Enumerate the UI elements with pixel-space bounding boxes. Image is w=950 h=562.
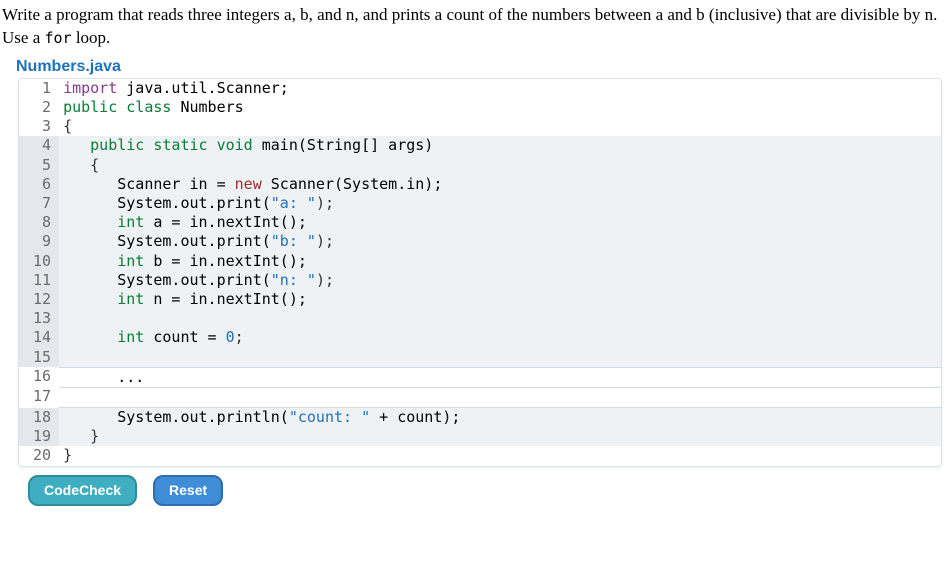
line-number: 20: [19, 446, 59, 465]
code-line: 18 System.out.println("count: " + count)…: [19, 408, 941, 428]
code-cell: public static void main(String[] args): [59, 136, 941, 155]
line-number: 19: [19, 427, 59, 446]
code-cell: public class Numbers: [59, 98, 941, 117]
button-row: CodeCheck Reset: [28, 475, 950, 506]
code-line: 9 System.out.print("b: ");: [19, 232, 941, 251]
line-number: 7: [19, 194, 59, 213]
code-line-editable[interactable]: 17: [19, 387, 941, 407]
code-line: 5 {: [19, 156, 941, 175]
line-number: 1: [19, 79, 59, 98]
problem-code-token: for: [44, 29, 71, 47]
code-cell: [59, 309, 941, 328]
code-line: 19 }: [19, 427, 941, 446]
code-cell: }: [59, 427, 941, 446]
problem-statement: Write a program that reads three integer…: [0, 0, 950, 52]
code-cell: int a = in.nextInt();: [59, 213, 941, 232]
code-cell: int b = in.nextInt();: [59, 252, 941, 271]
line-number: 16: [19, 367, 59, 387]
code-cell: Scanner in = new Scanner(System.in);: [59, 175, 941, 194]
code-line: 12 int n = in.nextInt();: [19, 290, 941, 309]
reset-button[interactable]: Reset: [153, 475, 223, 506]
code-cell: int count = 0;: [59, 328, 941, 347]
code-line: 4 public static void main(String[] args): [19, 136, 941, 155]
code-line: 11 System.out.print("n: ");: [19, 271, 941, 290]
line-number: 8: [19, 213, 59, 232]
code-line: 14 int count = 0;: [19, 328, 941, 347]
code-cell: System.out.print("a: ");: [59, 194, 941, 213]
code-line: 2public class Numbers: [19, 98, 941, 117]
code-cell[interactable]: ...: [59, 367, 941, 387]
line-number: 10: [19, 252, 59, 271]
line-number: 4: [19, 136, 59, 155]
code-line: 15: [19, 348, 941, 368]
line-number: 14: [19, 328, 59, 347]
code-line: 3{: [19, 117, 941, 136]
codecheck-button[interactable]: CodeCheck: [28, 475, 137, 506]
line-number: 9: [19, 232, 59, 251]
code-editor[interactable]: 1import java.util.Scanner;2public class …: [18, 78, 942, 467]
line-number: 13: [19, 309, 59, 328]
code-cell: System.out.println("count: " + count);: [59, 408, 941, 428]
code-cell: [59, 348, 941, 368]
line-number: 12: [19, 290, 59, 309]
line-number: 17: [19, 387, 59, 407]
code-table: 1import java.util.Scanner;2public class …: [19, 79, 941, 466]
line-number: 2: [19, 98, 59, 117]
code-cell: System.out.print("n: ");: [59, 271, 941, 290]
line-number: 5: [19, 156, 59, 175]
code-line: 1import java.util.Scanner;: [19, 79, 941, 98]
problem-text-pre: Write a program that reads three integer…: [2, 5, 937, 47]
code-line-editable[interactable]: 16 ...: [19, 367, 941, 387]
code-line: 13: [19, 309, 941, 328]
code-cell[interactable]: [59, 387, 941, 407]
code-cell: import java.util.Scanner;: [59, 79, 941, 98]
source-filename: Numbers.java: [16, 58, 950, 76]
code-line: 8 int a = in.nextInt();: [19, 213, 941, 232]
problem-text-post: loop.: [72, 28, 111, 47]
code-line: 20}: [19, 446, 941, 465]
line-number: 6: [19, 175, 59, 194]
line-number: 3: [19, 117, 59, 136]
code-cell: {: [59, 156, 941, 175]
line-number: 11: [19, 271, 59, 290]
line-number: 15: [19, 348, 59, 368]
code-cell: {: [59, 117, 941, 136]
code-line: 7 System.out.print("a: ");: [19, 194, 941, 213]
code-cell: }: [59, 446, 941, 465]
code-line: 10 int b = in.nextInt();: [19, 252, 941, 271]
code-line: 6 Scanner in = new Scanner(System.in);: [19, 175, 941, 194]
line-number: 18: [19, 408, 59, 428]
code-cell: int n = in.nextInt();: [59, 290, 941, 309]
code-cell: System.out.print("b: ");: [59, 232, 941, 251]
